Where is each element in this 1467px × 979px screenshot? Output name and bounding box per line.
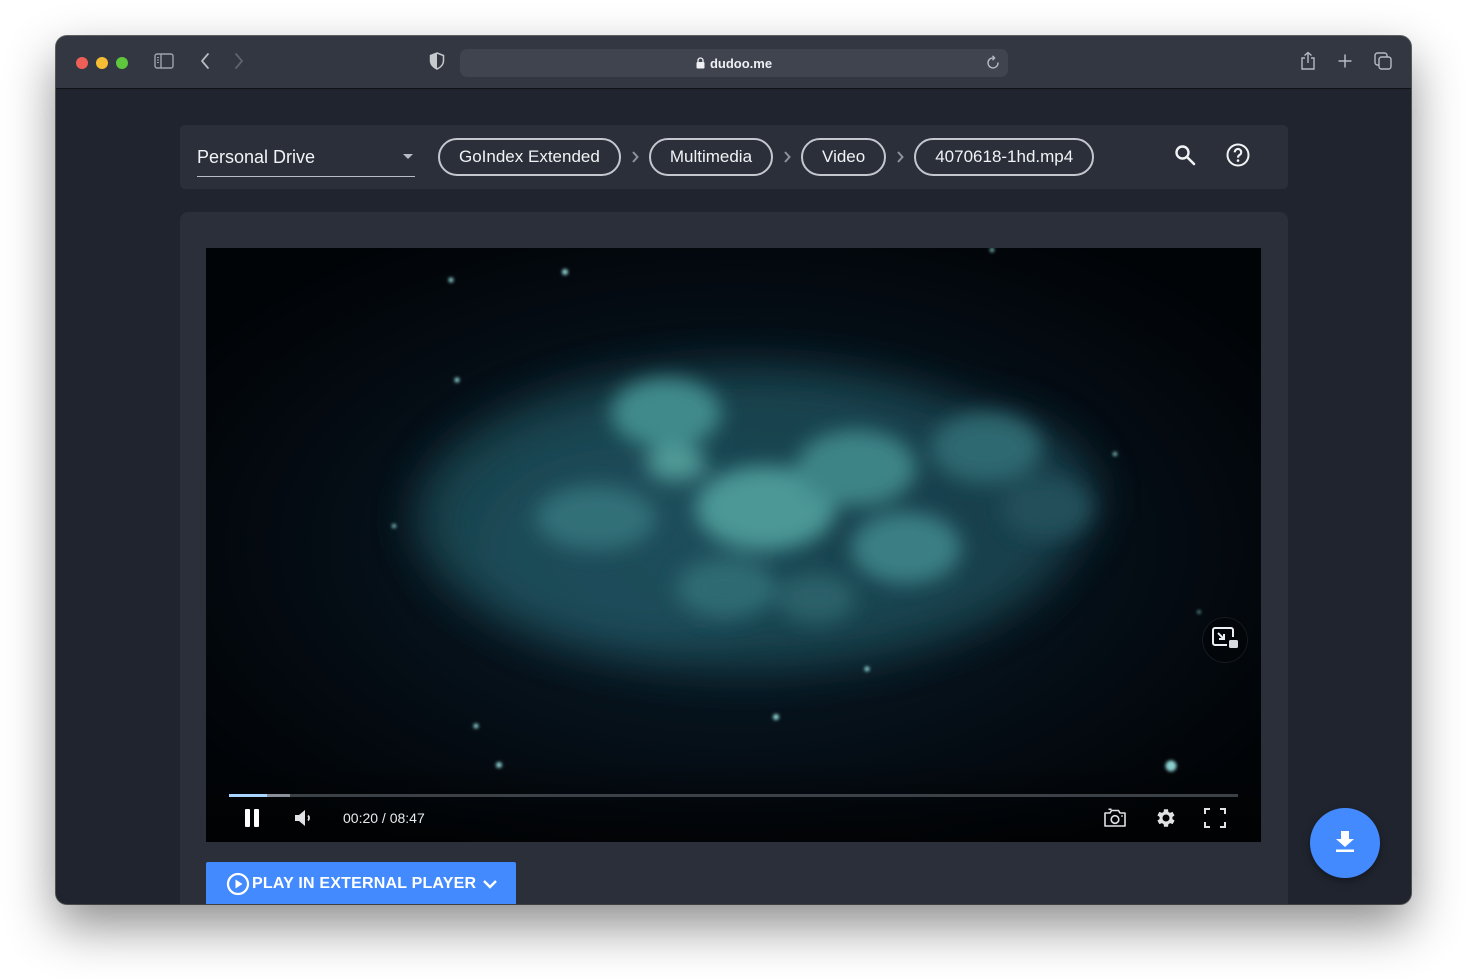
fullscreen-icon bbox=[1203, 807, 1227, 834]
search-icon bbox=[1174, 144, 1196, 171]
zoom-window-button[interactable] bbox=[116, 57, 128, 69]
browser-toolbar: dudoo.me bbox=[56, 36, 1411, 89]
play-external-player-label: PLAY IN EXTERNAL PLAYER bbox=[252, 875, 477, 892]
chevron-right-icon bbox=[621, 150, 649, 164]
breadcrumb-item-file[interactable]: 4070618-1hd.mp4 bbox=[914, 138, 1095, 176]
camera-icon bbox=[1103, 808, 1127, 833]
breadcrumb-item-root[interactable]: GoIndex Extended bbox=[438, 138, 621, 176]
share-button[interactable] bbox=[1296, 51, 1320, 75]
breadcrumb: GoIndex Extended Multimedia Video 407061… bbox=[438, 138, 1095, 176]
download-button[interactable] bbox=[1310, 808, 1380, 878]
breadcrumb-label: Video bbox=[822, 147, 866, 166]
breadcrumb-label: 4070618-1hd.mp4 bbox=[935, 147, 1074, 166]
reload-icon[interactable] bbox=[986, 54, 1002, 75]
help-button[interactable] bbox=[1225, 143, 1251, 172]
close-window-button[interactable] bbox=[76, 57, 88, 69]
gear-icon bbox=[1154, 806, 1178, 835]
back-button[interactable] bbox=[193, 51, 217, 75]
tab-overview-icon bbox=[1374, 51, 1392, 75]
shield-icon bbox=[429, 51, 445, 75]
play-circle-icon bbox=[226, 872, 250, 896]
url-text: dudoo.me bbox=[709, 55, 773, 71]
play-external-player-button[interactable]: PLAY IN EXTERNAL PLAYER bbox=[206, 862, 516, 904]
time-display: 00:20 / 08:47 bbox=[343, 810, 425, 826]
caret-down-icon bbox=[403, 154, 413, 159]
chevron-right-icon bbox=[886, 150, 914, 164]
picture-in-picture-button[interactable] bbox=[1202, 617, 1248, 663]
privacy-report-button[interactable] bbox=[425, 51, 449, 75]
video-card: 00:20 / 08:47 PLAY IN EXTERNAL PLAYER bbox=[180, 212, 1288, 904]
top-navbar: Personal Drive GoIndex Extended Multimed… bbox=[180, 125, 1288, 189]
sidebar-toggle-button[interactable] bbox=[152, 51, 176, 75]
screenshot-button[interactable] bbox=[1100, 806, 1130, 834]
lock-icon bbox=[696, 57, 705, 69]
chevron-left-icon bbox=[199, 52, 211, 75]
volume-icon bbox=[293, 808, 315, 833]
sidebar-toggle-icon bbox=[154, 52, 174, 74]
breadcrumb-item-multimedia[interactable]: Multimedia bbox=[648, 138, 774, 176]
picture-in-picture-icon bbox=[1210, 625, 1240, 656]
breadcrumb-label: Multimedia bbox=[669, 147, 753, 166]
pause-button[interactable] bbox=[238, 806, 266, 834]
tab-overview-button[interactable] bbox=[1371, 51, 1395, 75]
share-icon bbox=[1299, 51, 1317, 76]
drive-select[interactable]: Personal Drive bbox=[197, 139, 415, 177]
pause-icon bbox=[243, 808, 261, 833]
video-player[interactable]: 00:20 / 08:47 bbox=[206, 248, 1261, 842]
download-icon bbox=[1334, 829, 1356, 858]
video-frame bbox=[206, 248, 1261, 842]
breadcrumb-label: GoIndex Extended bbox=[459, 147, 600, 166]
breadcrumb-item-video[interactable]: Video bbox=[801, 138, 887, 176]
settings-button[interactable] bbox=[1151, 806, 1181, 834]
new-tab-button[interactable] bbox=[1333, 51, 1357, 75]
browser-window: dudoo.me Personal Drive GoIndex Extended… bbox=[56, 36, 1411, 904]
help-circle-icon bbox=[1226, 143, 1250, 172]
chevron-right-icon bbox=[233, 52, 245, 75]
fullscreen-button[interactable] bbox=[1200, 806, 1230, 834]
forward-button[interactable] bbox=[227, 51, 251, 75]
volume-button[interactable] bbox=[290, 806, 318, 834]
drive-select-value: Personal Drive bbox=[197, 147, 316, 167]
search-button[interactable] bbox=[1172, 144, 1198, 170]
chevron-down-icon bbox=[482, 878, 498, 890]
progress-played bbox=[229, 794, 268, 797]
chevron-right-icon bbox=[773, 150, 801, 164]
plus-icon bbox=[1337, 53, 1353, 74]
minimize-window-button[interactable] bbox=[96, 57, 108, 69]
address-bar[interactable]: dudoo.me bbox=[460, 49, 1008, 77]
progress-bar[interactable] bbox=[229, 794, 1238, 797]
page-content: Personal Drive GoIndex Extended Multimed… bbox=[56, 90, 1411, 904]
